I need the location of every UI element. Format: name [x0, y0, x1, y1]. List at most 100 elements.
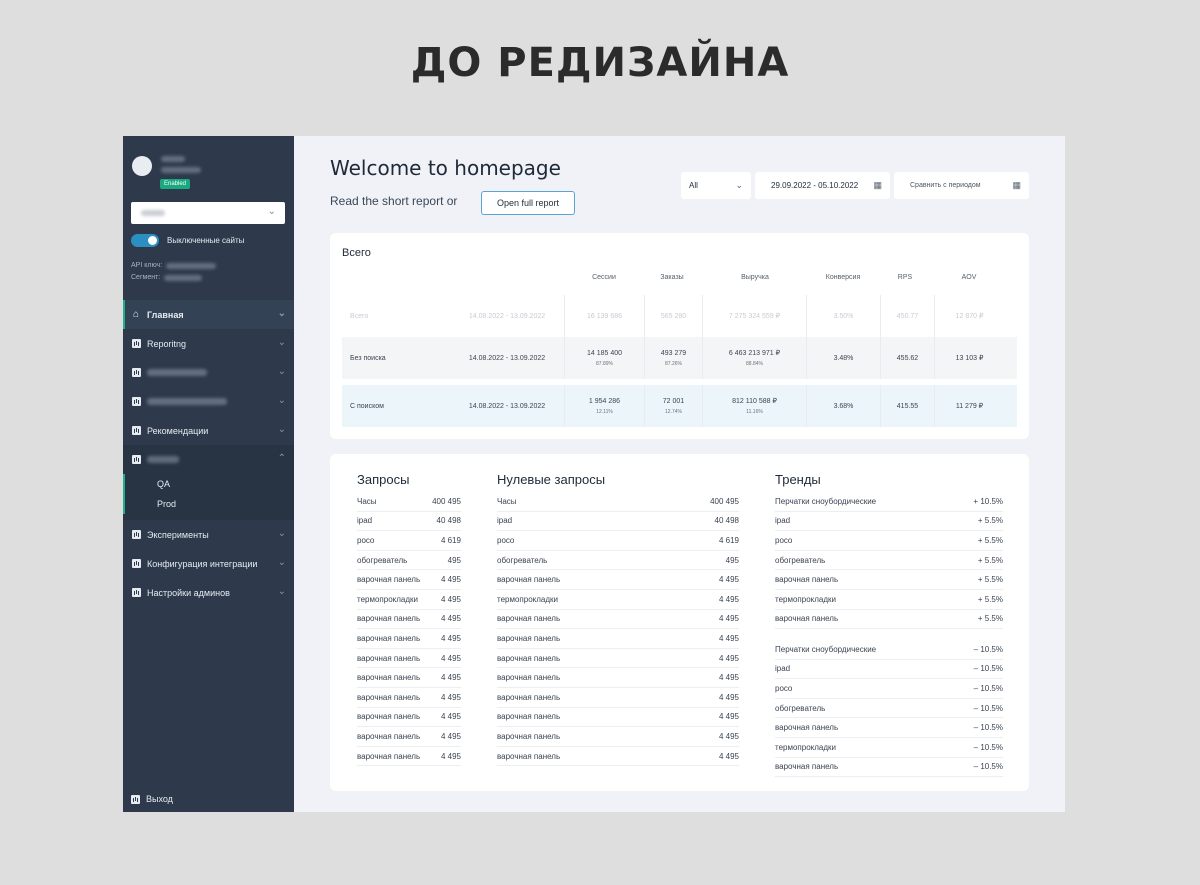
list-item-value: – 10.5% [973, 683, 1003, 693]
trends-up-list: Перчатки сноубордические + 10.5% ipad + 5.5… [775, 492, 1003, 630]
list-item[interactable]: Часы 400 495 [497, 492, 739, 512]
list-item-label: варочная панель [497, 673, 561, 683]
list-item-label: ipad [357, 516, 373, 526]
list-item[interactable]: варочная панель + 5.5% [775, 610, 1003, 630]
sidebar-item-redacted-3[interactable]: ⌃ [123, 445, 294, 474]
list-item[interactable]: варочная панель 4 495 [497, 668, 739, 688]
list-item[interactable]: варочная панель 4 495 [357, 708, 461, 728]
list-item[interactable]: варочная панель 4 495 [497, 708, 739, 728]
list-item-value: + 5.5% [977, 555, 1003, 565]
sidebar-item-home[interactable]: ⌂ Главная ⌄ [123, 300, 294, 329]
sidebar-subitem-prod[interactable]: Prod [123, 494, 294, 514]
date-range-picker[interactable]: 29.09.2022 - 05.10.2022 ▦ [755, 172, 890, 199]
bar-chart-icon [131, 455, 141, 465]
chevron-down-icon: ⌄ [267, 206, 276, 217]
list-item[interactable]: ipad + 5.5% [775, 512, 1003, 532]
bar-chart-icon [131, 426, 141, 436]
list-item[interactable]: Перчатки сноубордические + 10.5% [775, 492, 1003, 512]
list-item[interactable]: варочная панель 4 495 [357, 629, 461, 649]
column-header: Выручка [741, 274, 769, 281]
row-period: 14.08.2022 - 13.09.2022 [468, 312, 546, 320]
list-item-value: 4 495 [440, 633, 461, 643]
list-item[interactable]: ipad 40 498 [357, 512, 461, 532]
list-item[interactable]: варочная панель 4 495 [497, 570, 739, 590]
list-item[interactable]: термопрокладки 4 495 [497, 590, 739, 610]
list-item[interactable]: варочная панель 4 495 [497, 727, 739, 747]
list-item[interactable]: варочная панель + 5.5% [775, 570, 1003, 590]
list-item-label: варочная панель [497, 712, 561, 722]
list-item[interactable]: ipad 40 498 [497, 512, 739, 532]
open-full-report-button[interactable]: Open full report [481, 191, 575, 215]
list-item[interactable]: варочная панель 4 495 [357, 668, 461, 688]
list-item-value: – 10.5% [973, 723, 1003, 733]
sidebar-subitem-qa[interactable]: QA [123, 474, 294, 494]
list-item[interactable]: варочная панель 4 495 [357, 688, 461, 708]
list-item[interactable]: термопрокладки + 5.5% [775, 590, 1003, 610]
avatar[interactable] [132, 156, 152, 176]
list-item[interactable]: poco – 10.5% [775, 679, 1003, 699]
list-item[interactable]: обогреватель 495 [497, 551, 739, 571]
list-item[interactable]: poco 4 619 [357, 531, 461, 551]
trends-title: Тренды [775, 472, 821, 487]
list-item[interactable]: термопрокладки – 10.5% [775, 738, 1003, 758]
site-select[interactable]: ⌄ [131, 202, 285, 224]
list-item[interactable]: обогреватель 495 [357, 551, 461, 571]
list-item[interactable]: Перчатки сноубордические – 10.5% [775, 640, 1003, 660]
table-row[interactable]: Всего 14.08.2022 - 13.09.2022 16 139 686… [342, 295, 1017, 337]
list-item[interactable]: варочная панель 4 495 [497, 747, 739, 767]
list-item-value: – 10.5% [973, 664, 1003, 674]
table-row[interactable]: Без поиска 14.08.2022 - 13.09.2022 14 18… [342, 337, 1017, 379]
list-item[interactable]: варочная панель 4 495 [357, 649, 461, 669]
user-subtitle-redacted [161, 167, 201, 173]
list-item[interactable]: poco 4 619 [497, 531, 739, 551]
disabled-sites-toggle[interactable] [131, 234, 159, 247]
chevron-down-icon: ⌄ [277, 557, 286, 568]
list-item-value: 4 495 [718, 712, 739, 722]
list-item[interactable]: термопрокладки 4 495 [357, 590, 461, 610]
compare-period-picker[interactable]: Сравнить с периодом ▦ [894, 172, 1029, 199]
segment-filter-select[interactable]: All ⌄ [681, 172, 751, 199]
list-item[interactable]: варочная панель 4 495 [357, 570, 461, 590]
sidebar-item-recommendations[interactable]: Рекомендации ⌄ [123, 416, 294, 445]
list-item[interactable]: варочная панель 4 495 [357, 747, 461, 767]
list-item[interactable]: варочная панель 4 495 [497, 629, 739, 649]
list-item[interactable]: обогреватель + 5.5% [775, 551, 1003, 571]
list-item-label: варочная панель [775, 614, 839, 624]
row-rps: 455.62 [880, 337, 934, 379]
compare-period-label: Сравнить с периодом [910, 182, 981, 189]
row-revenue: 812 110 588 ₽11.16% [702, 385, 806, 427]
list-item[interactable]: poco + 5.5% [775, 531, 1003, 551]
list-item-label: варочная панель [497, 731, 561, 741]
list-item[interactable]: варочная панель 4 495 [357, 727, 461, 747]
list-item-label: варочная панель [357, 653, 421, 663]
list-item-label: Перчатки сноубордические [775, 496, 877, 506]
list-item[interactable]: ipad – 10.5% [775, 660, 1003, 680]
list-item[interactable]: варочная панель 4 495 [357, 610, 461, 630]
sidebar-item-experiments[interactable]: Эксперименты ⌄ [123, 520, 294, 549]
list-item[interactable]: варочная панель 4 495 [497, 688, 739, 708]
list-item[interactable]: варочная панель 4 495 [497, 610, 739, 630]
chevron-up-icon: ⌃ [277, 453, 286, 464]
list-item[interactable]: Часы 400 495 [357, 492, 461, 512]
column-header: Сессии [592, 274, 616, 281]
sidebar-item-redacted-2[interactable]: ⌄ [123, 387, 294, 416]
list-item[interactable]: варочная панель – 10.5% [775, 718, 1003, 738]
status-badge: Enabled [160, 179, 191, 189]
row-conversion: 3.48% [806, 337, 880, 379]
calendar-icon: ▦ [1012, 180, 1021, 190]
sidebar-item-integration[interactable]: Конфигурация интеграции ⌄ [123, 549, 294, 578]
logout-button[interactable]: Выход [131, 794, 173, 804]
sidebar-item-redacted-1[interactable]: ⌄ [123, 358, 294, 387]
sidebar-item-reporting[interactable]: Reporitng ⌄ [123, 329, 294, 358]
sidebar-item-admin[interactable]: Настройки админов ⌄ [123, 578, 294, 607]
list-item[interactable]: обогреватель – 10.5% [775, 699, 1003, 719]
sidebar-group-expanded: ⌃ QA Prod [123, 445, 294, 520]
list-item-value: 4 495 [718, 653, 739, 663]
row-orders: 565 280 [644, 295, 702, 337]
list-item-label: варочная панель [357, 712, 421, 722]
table-row[interactable]: С поиском 14.08.2022 - 13.09.2022 1 954 … [342, 385, 1017, 427]
list-item[interactable]: варочная панель 4 495 [497, 649, 739, 669]
list-item[interactable]: варочная панель – 10.5% [775, 758, 1003, 778]
row-name: Без поиска [350, 354, 386, 362]
list-item-label: варочная панель [357, 575, 421, 585]
